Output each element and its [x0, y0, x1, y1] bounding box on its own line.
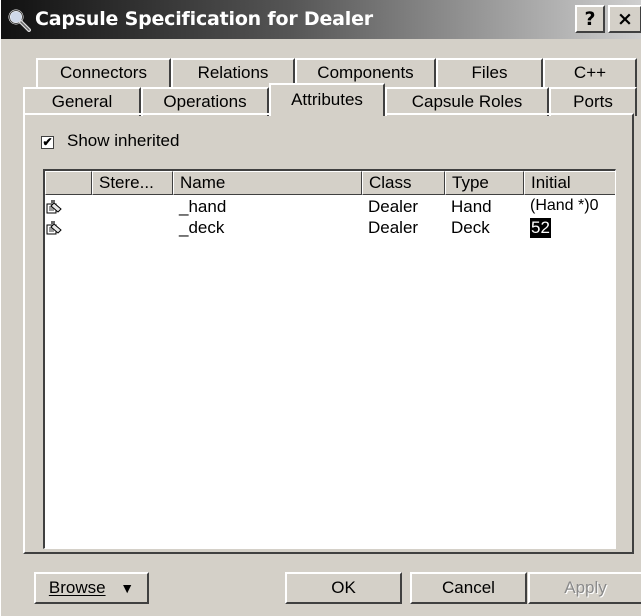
- attributes-list[interactable]: Stere... Name Class Type Initial _hand D…: [43, 169, 616, 549]
- cell-initial[interactable]: (Hand *)0: [530, 197, 598, 215]
- cell-type: Deck: [451, 218, 490, 237]
- cell-type: Hand: [451, 197, 492, 216]
- column-header-class[interactable]: Class: [362, 171, 445, 195]
- tab-connectors[interactable]: Connectors: [36, 58, 171, 87]
- attribute-icon: [46, 200, 62, 214]
- tab-cpp[interactable]: C++: [543, 58, 637, 87]
- show-inherited-checkbox[interactable]: ✔: [41, 136, 54, 149]
- show-inherited-label[interactable]: Show inherited: [67, 131, 179, 151]
- close-button[interactable]: ×: [608, 5, 641, 33]
- column-header-icon[interactable]: [45, 171, 92, 195]
- ok-button[interactable]: OK: [285, 572, 402, 604]
- capsule-specification-dialog: Capsule Specification for Dealer ? × Con…: [0, 0, 641, 616]
- tab-operations[interactable]: Operations: [141, 87, 269, 116]
- column-header-stereotype[interactable]: Stere...: [92, 171, 173, 195]
- attribute-icon: [46, 221, 62, 235]
- cell-class: Dealer: [368, 197, 419, 216]
- help-button[interactable]: ?: [575, 5, 605, 33]
- magnifier-icon: [8, 9, 31, 32]
- browse-button[interactable]: Browse ▼: [34, 572, 149, 604]
- tab-capsule-roles[interactable]: Capsule Roles: [385, 87, 549, 116]
- window-title: Capsule Specification for Dealer: [35, 8, 373, 30]
- tab-ports[interactable]: Ports: [549, 87, 637, 116]
- cancel-button[interactable]: Cancel: [410, 572, 527, 604]
- apply-button[interactable]: Apply: [528, 572, 641, 604]
- tab-files[interactable]: Files: [436, 58, 543, 87]
- title-bar[interactable]: Capsule Specification for Dealer ? ×: [1, 0, 641, 39]
- column-header-type[interactable]: Type: [445, 171, 524, 195]
- cell-name: _hand: [179, 197, 227, 216]
- cell-initial-selected[interactable]: 52: [530, 218, 551, 238]
- tab-attributes[interactable]: Attributes: [269, 83, 385, 116]
- dropdown-arrow-icon: ▼: [120, 580, 135, 596]
- browse-label: Browse: [48, 578, 106, 597]
- cell-class: Dealer: [368, 218, 419, 237]
- column-header-initial[interactable]: Initial: [524, 171, 615, 195]
- cell-name: _deck: [179, 218, 225, 237]
- tab-general[interactable]: General: [23, 87, 141, 116]
- column-header-name[interactable]: Name: [173, 171, 362, 195]
